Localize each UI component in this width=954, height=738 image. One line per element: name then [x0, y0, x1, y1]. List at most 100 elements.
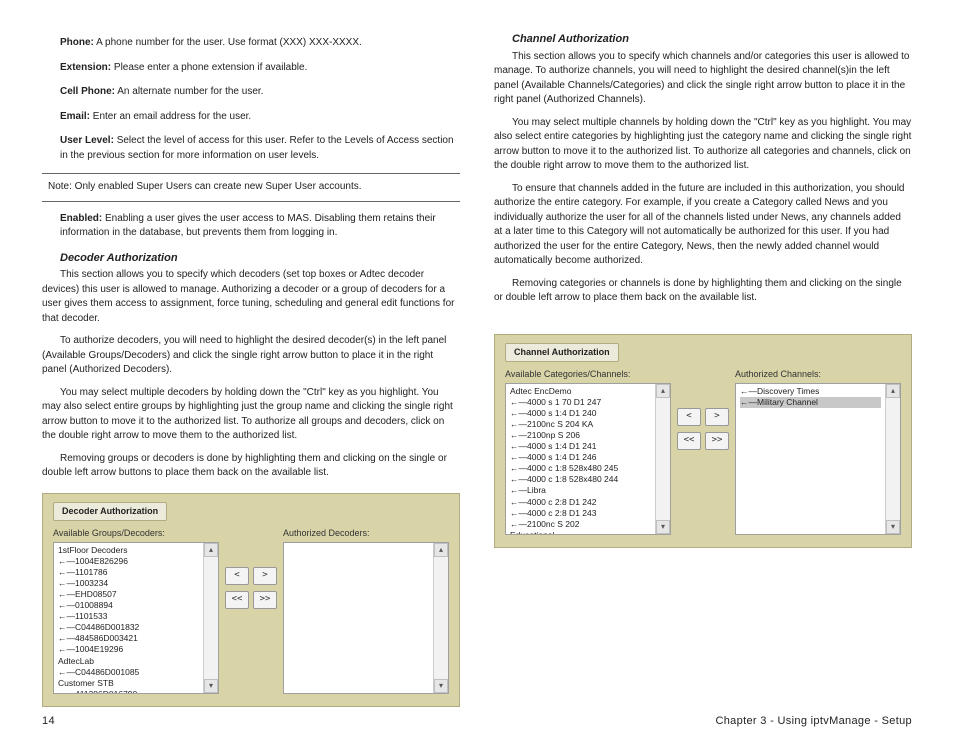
list-item[interactable]: 1stFloor Decoders	[58, 545, 199, 556]
decoder-p4: Removing groups or decoders is done by h…	[42, 452, 460, 481]
list-item[interactable]: ←—1101533	[58, 611, 199, 622]
extension-desc: Please enter a phone extension if availa…	[111, 62, 307, 73]
list-item[interactable]: Educational	[510, 530, 651, 534]
channel-available-side: Available Categories/Channels: Adtec Enc…	[505, 368, 671, 535]
enabled-field: Enabled: Enabling a user gives the user …	[60, 212, 460, 241]
list-item[interactable]: ←—1101786	[58, 567, 199, 578]
channel-available-listbox[interactable]: Adtec EncDemo←—4000 s 1 70 D1 247←—4000 …	[505, 383, 671, 535]
page-number: 14	[42, 715, 55, 727]
channel-p1: This section allows you to specify which…	[494, 50, 912, 108]
list-item[interactable]: ←—01008894	[58, 600, 199, 611]
email-label: Email:	[60, 111, 90, 122]
move-left-button[interactable]: <	[225, 567, 249, 585]
channel-available-label: Available Categories/Channels:	[505, 368, 671, 381]
two-column-layout: Phone: A phone number for the user. Use …	[42, 32, 912, 707]
decoder-p3: You may select multiple decoders by hold…	[42, 386, 460, 444]
channel-p2: You may select multiple channels by hold…	[494, 116, 912, 174]
list-item[interactable]: ←—1004E19296	[58, 644, 199, 655]
decoder-p2: To authorize decoders, you will need to …	[42, 334, 460, 378]
enabled-label: Enabled:	[60, 213, 102, 224]
list-item[interactable]: ←—1003234	[58, 578, 199, 589]
list-item[interactable]: ←—Military Channel	[740, 397, 881, 408]
scroll-up-icon[interactable]: ▴	[886, 384, 900, 398]
decoder-available-listbox[interactable]: 1stFloor Decoders←—1004E826296←—1101786←…	[53, 542, 219, 694]
list-item[interactable]: ←—2100nc S 202	[510, 519, 651, 530]
list-item[interactable]: ←—484586D003421	[58, 633, 199, 644]
list-item[interactable]: Customer STB	[58, 678, 199, 689]
channel-authorized-side: Authorized Channels: ←—Discovery Times←—…	[735, 368, 901, 535]
channel-p4: Removing categories or channels is done …	[494, 277, 912, 306]
list-item[interactable]: ←—4000 s 1:4 D1 246	[510, 452, 651, 463]
decoder-authorized-listbox[interactable]: ▴ ▾	[283, 542, 449, 694]
extension-label: Extension:	[60, 62, 111, 73]
move-right-button[interactable]: >	[705, 408, 729, 426]
move-left-button[interactable]: <	[677, 408, 701, 426]
scroll-down-icon[interactable]: ▾	[886, 520, 900, 534]
list-item[interactable]: ←—Discovery Times	[740, 386, 881, 397]
list-item[interactable]: ←—Libra	[510, 485, 651, 496]
phone-desc: A phone number for the user. Use format …	[94, 37, 362, 48]
move-all-right-button[interactable]: >>	[253, 591, 277, 609]
scroll-down-icon[interactable]: ▾	[656, 520, 670, 534]
channel-p3: To ensure that channels added in the fut…	[494, 182, 912, 269]
decoder-authorized-side: Authorized Decoders: ▴ ▾	[283, 527, 449, 694]
super-user-note: Note: Only enabled Super Users can creat…	[42, 173, 460, 202]
enabled-desc: Enabling a user gives the user access to…	[60, 213, 436, 239]
left-column: Phone: A phone number for the user. Use …	[42, 32, 460, 707]
userlevel-desc: Select the level of access for this user…	[60, 135, 454, 161]
move-right-button[interactable]: >	[253, 567, 277, 585]
page: Phone: A phone number for the user. Use …	[0, 0, 954, 738]
list-item[interactable]: ←—4000 s 1:4 D1 240	[510, 408, 651, 419]
scroll-up-icon[interactable]: ▴	[434, 543, 448, 557]
channel-authorization-panel: Channel Authorization Available Categori…	[494, 334, 912, 548]
userlevel-label: User Level:	[60, 135, 114, 146]
decoder-auth-text: This section allows you to specify which…	[42, 268, 460, 481]
decoder-authorized-label: Authorized Decoders:	[283, 527, 449, 540]
move-all-right-button[interactable]: >>	[705, 432, 729, 450]
channel-arrow-buttons: < > << >>	[677, 368, 729, 450]
scroll-down-icon[interactable]: ▾	[204, 679, 218, 693]
channel-auth-heading: Channel Authorization	[512, 32, 912, 48]
move-all-left-button[interactable]: <<	[225, 591, 249, 609]
channel-authorized-listbox[interactable]: ←—Discovery Times←—Military Channel ▴ ▾	[735, 383, 901, 535]
channel-auth-text: This section allows you to specify which…	[494, 50, 912, 306]
scroll-up-icon[interactable]: ▴	[204, 543, 218, 557]
scroll-up-icon[interactable]: ▴	[656, 384, 670, 398]
decoder-panel-tab[interactable]: Decoder Authorization	[53, 502, 167, 521]
list-item[interactable]: ←—C04486D001085	[58, 667, 199, 678]
channel-authorized-label: Authorized Channels:	[735, 368, 901, 381]
scrollbar[interactable]: ▴ ▾	[655, 384, 670, 534]
list-item[interactable]: ←—4000 c 1:8 528x480 244	[510, 474, 651, 485]
list-item[interactable]: ←—1004E826296	[58, 556, 199, 567]
phone-label: Phone:	[60, 37, 94, 48]
chapter-label: Chapter 3 - Using iptvManage - Setup	[715, 715, 912, 727]
list-item[interactable]: ←—4000 c 2:8 D1 243	[510, 508, 651, 519]
user-field-definitions: Phone: A phone number for the user. Use …	[60, 36, 460, 163]
decoder-p1: This section allows you to specify which…	[42, 268, 460, 326]
decoder-available-side: Available Groups/Decoders: 1stFloor Deco…	[53, 527, 219, 694]
scrollbar[interactable]: ▴ ▾	[885, 384, 900, 534]
cellphone-desc: An alternate number for the user.	[115, 86, 263, 97]
scrollbar[interactable]: ▴ ▾	[203, 543, 218, 693]
list-item[interactable]: ←—2100nc S 204 KA	[510, 419, 651, 430]
decoder-available-label: Available Groups/Decoders:	[53, 527, 219, 540]
decoder-auth-heading: Decoder Authorization	[60, 251, 460, 267]
list-item[interactable]: Adtec EncDemo	[510, 386, 651, 397]
list-item[interactable]: ←—C04486D001832	[58, 622, 199, 633]
decoder-arrow-buttons: < > << >>	[225, 527, 277, 609]
scroll-down-icon[interactable]: ▾	[434, 679, 448, 693]
list-item[interactable]: ←—4000 s 1 70 D1 247	[510, 397, 651, 408]
email-desc: Enter an email address for the user.	[90, 111, 251, 122]
list-item[interactable]: ←—4000 c 2:8 D1 242	[510, 497, 651, 508]
list-item[interactable]: AdtecLab	[58, 656, 199, 667]
list-item[interactable]: ←—EHD08507	[58, 589, 199, 600]
cellphone-label: Cell Phone:	[60, 86, 115, 97]
list-item[interactable]: ←—2100np S 206	[510, 430, 651, 441]
channel-panel-tab[interactable]: Channel Authorization	[505, 343, 619, 362]
move-all-left-button[interactable]: <<	[677, 432, 701, 450]
list-item[interactable]: ←—4000 s 1:4 D1 241	[510, 441, 651, 452]
page-footer: 14 Chapter 3 - Using iptvManage - Setup	[42, 715, 912, 727]
list-item[interactable]: ←—4000 c 1:8 528x480 245	[510, 463, 651, 474]
scrollbar[interactable]: ▴ ▾	[433, 543, 448, 693]
list-item[interactable]: ←—411386D016790	[58, 689, 199, 693]
